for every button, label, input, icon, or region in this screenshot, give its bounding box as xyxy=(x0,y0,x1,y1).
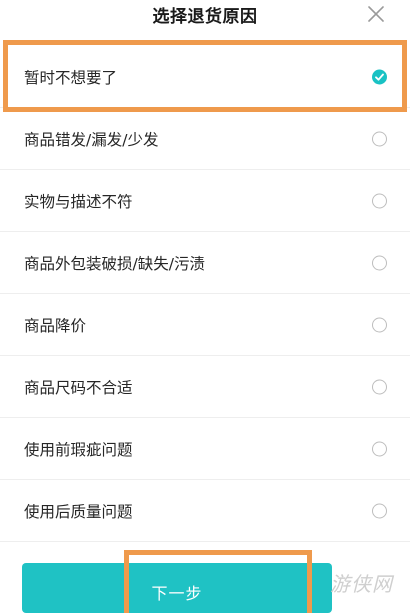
dialog-header: 选择退货原因 xyxy=(0,0,410,28)
radio-unchecked-icon[interactable] xyxy=(372,441,387,456)
reason-label: 使用后质量问题 xyxy=(24,502,133,521)
reason-item-not-wanted[interactable]: 暂时不想要了 xyxy=(0,46,410,108)
reason-item-wrong-missing[interactable]: 商品错发/漏发/少发 xyxy=(0,108,410,170)
radio-unchecked-icon[interactable] xyxy=(372,317,387,332)
next-step-button[interactable]: 下一步 xyxy=(22,563,332,613)
reason-label: 实物与描述不符 xyxy=(24,192,133,211)
reason-item-quality-after-use[interactable]: 使用后质量问题 xyxy=(0,480,410,542)
reason-list: 暂时不想要了 商品错发/漏发/少发 实物与描述不符 商品外包装破损/缺失/污渍 … xyxy=(0,46,410,542)
radio-unchecked-icon[interactable] xyxy=(372,255,387,270)
reason-label: 商品外包装破损/缺失/污渍 xyxy=(24,254,205,273)
reason-label: 商品错发/漏发/少发 xyxy=(24,130,159,149)
reason-item-not-as-described[interactable]: 实物与描述不符 xyxy=(0,170,410,232)
reason-item-defect-before-use[interactable]: 使用前瑕疵问题 xyxy=(0,418,410,480)
next-step-label: 下一步 xyxy=(151,584,203,603)
radio-unchecked-icon[interactable] xyxy=(372,193,387,208)
radio-unchecked-icon[interactable] xyxy=(372,503,387,518)
reason-label: 商品尺码不合适 xyxy=(24,378,133,397)
radio-unchecked-icon[interactable] xyxy=(372,131,387,146)
reason-label: 暂时不想要了 xyxy=(24,68,118,87)
reason-label: 商品降价 xyxy=(24,316,87,335)
radio-checked-icon[interactable] xyxy=(372,69,387,84)
reason-item-size-unfit[interactable]: 商品尺码不合适 xyxy=(0,356,410,418)
reason-label: 使用前瑕疵问题 xyxy=(24,440,133,459)
watermark-logo: 游侠网 xyxy=(330,572,393,596)
reason-item-price-drop[interactable]: 商品降价 xyxy=(0,294,410,356)
radio-unchecked-icon[interactable] xyxy=(372,379,387,394)
close-icon[interactable] xyxy=(366,4,386,24)
page-title: 选择退货原因 xyxy=(152,7,258,27)
reason-item-package-damaged[interactable]: 商品外包装破损/缺失/污渍 xyxy=(0,232,410,294)
